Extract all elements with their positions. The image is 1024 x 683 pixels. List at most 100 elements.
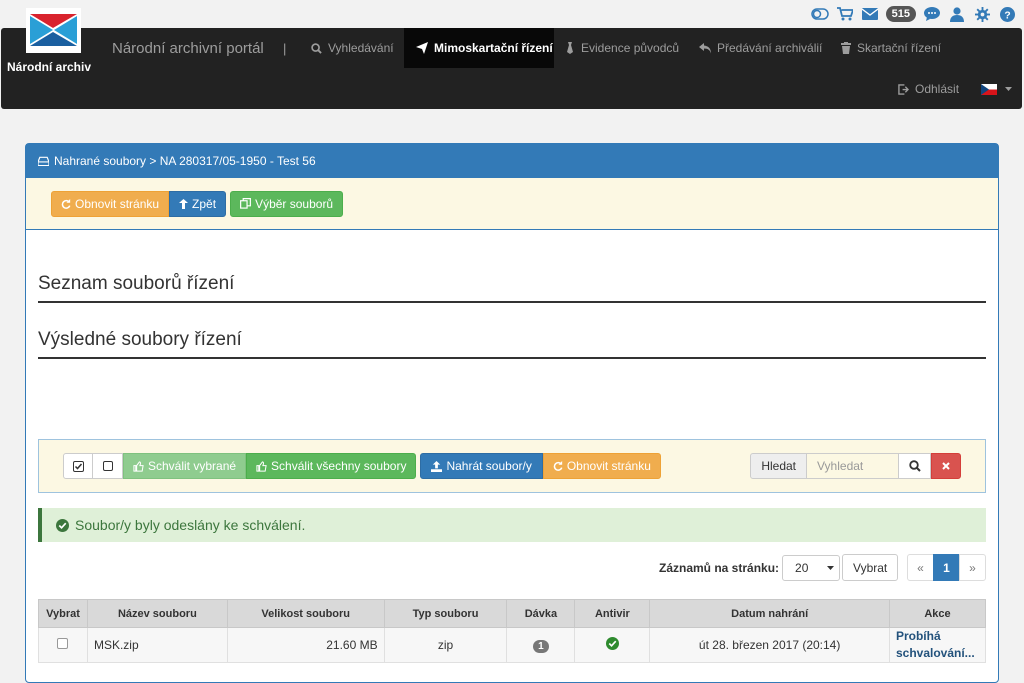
message-count-badge[interactable]: 515 bbox=[885, 6, 916, 22]
column-header[interactable]: Název souboru bbox=[86, 599, 228, 628]
back-label: Zpět bbox=[192, 196, 217, 211]
uncheck-all-button[interactable] bbox=[93, 453, 123, 479]
svg-text:?: ? bbox=[1004, 10, 1010, 21]
chat-icon[interactable] bbox=[923, 5, 941, 23]
select-files-button[interactable]: Výběr souborů bbox=[230, 190, 344, 217]
approve-all-button[interactable]: Schválit všechny soubory bbox=[246, 453, 417, 479]
action-status-link[interactable]: Probíhá schvalování... bbox=[896, 628, 979, 662]
antivirus-cell bbox=[574, 627, 651, 663]
search-group: Hledat Vyhledat bbox=[750, 453, 961, 479]
pagination-page-current[interactable]: 1 bbox=[933, 554, 960, 581]
back-button[interactable]: Zpět bbox=[169, 190, 227, 217]
search-button[interactable] bbox=[899, 453, 931, 479]
section-title-files: Seznam souborů řízení bbox=[38, 273, 986, 303]
nav-item-shredding[interactable]: Skartační řízení bbox=[829, 28, 953, 68]
caret-down-icon bbox=[1005, 87, 1012, 91]
column-header[interactable]: Vybrat bbox=[38, 599, 88, 628]
help-icon[interactable]: ? bbox=[998, 5, 1016, 23]
mail-icon[interactable] bbox=[861, 5, 879, 23]
upload-date-cell: út 28. březen 2017 (20:14) bbox=[649, 627, 890, 663]
pagination-prev[interactable]: « bbox=[907, 554, 934, 581]
toggle-icon[interactable] bbox=[810, 5, 829, 23]
nav-item-label: Vyhledávání bbox=[328, 41, 394, 55]
paper-plane-icon bbox=[416, 42, 428, 54]
upload-icon bbox=[431, 460, 443, 472]
clear-search-button[interactable] bbox=[931, 453, 961, 479]
batch-badge: 1 bbox=[533, 639, 549, 653]
approve-all-label: Schválit všechny soubory bbox=[271, 459, 407, 473]
search-label: Hledat bbox=[750, 453, 807, 479]
per-page-apply-label: Vybrat bbox=[853, 560, 888, 575]
column-header[interactable]: Akce bbox=[888, 599, 987, 628]
nav-item-label: Předávání archiválií bbox=[717, 41, 823, 55]
nav-item-label: Mimoskartační řízení bbox=[434, 41, 553, 55]
per-page-control: Záznamů na stránku: 20 Vybrat bbox=[659, 554, 899, 581]
logo-emblem bbox=[26, 8, 81, 53]
logo-text: Národní archiv bbox=[7, 60, 92, 74]
refresh-icon bbox=[553, 461, 563, 471]
czech-flag-icon bbox=[981, 83, 997, 95]
row-select-cell bbox=[38, 627, 88, 663]
nav-item-nonshredding[interactable]: Mimoskartační řízení bbox=[404, 28, 554, 68]
column-header[interactable]: Datum nahrání bbox=[649, 599, 890, 628]
check-all-button[interactable] bbox=[63, 453, 93, 479]
gear-icon[interactable] bbox=[973, 5, 991, 23]
logout-link[interactable]: Odhlásit bbox=[886, 69, 971, 109]
refresh-icon bbox=[61, 198, 71, 209]
nav-item-label: Evidence původců bbox=[581, 41, 680, 55]
pagination: « 1 » bbox=[907, 554, 986, 581]
language-dropdown[interactable] bbox=[969, 69, 1024, 109]
table-header-row: Vybrat Název souboru Velikost souboru Ty… bbox=[38, 599, 987, 628]
nav-item-label: Skartační řízení bbox=[857, 41, 942, 55]
nav-item-search[interactable]: Vyhledávání bbox=[299, 28, 406, 68]
user-icon[interactable] bbox=[948, 5, 966, 23]
upload-files-label: Nahrát soubor/y bbox=[446, 459, 532, 473]
batch-cell: 1 bbox=[506, 627, 576, 663]
select-files-label: Výběr souborů bbox=[255, 196, 334, 211]
column-header[interactable]: Antivir bbox=[574, 599, 651, 628]
refresh-page-label: Obnovit stránku bbox=[75, 196, 160, 211]
nav-item-originators[interactable]: Evidence původců bbox=[553, 28, 691, 68]
check-circle-icon bbox=[56, 518, 69, 532]
file-size-cell: 21.60 MB bbox=[226, 627, 385, 663]
column-header[interactable]: Dávka bbox=[506, 599, 576, 628]
search-icon bbox=[311, 42, 322, 54]
section-title-result-files: Výsledné soubory řízení bbox=[38, 329, 986, 359]
row-checkbox[interactable] bbox=[57, 638, 69, 649]
action-cell: Probíhá schvalování... bbox=[888, 627, 987, 663]
per-page-value: 20 bbox=[795, 560, 809, 575]
files-table: Vybrat Název souboru Velikost souboru Ty… bbox=[38, 599, 987, 663]
top-utility-bar: 515 ? bbox=[810, 4, 1016, 24]
panel-heading: Nahrané soubory > NA 280317/05-1950 - Te… bbox=[26, 144, 998, 178]
portal-brand[interactable]: Národní archivní portál bbox=[112, 40, 264, 57]
approve-selected-button[interactable]: Schválit vybrané bbox=[123, 453, 247, 479]
hdd-icon bbox=[38, 156, 49, 166]
checked-square-icon bbox=[72, 460, 84, 472]
tie-icon bbox=[567, 42, 573, 54]
refresh-list-label: Obnovit stránku bbox=[566, 459, 651, 473]
reply-icon bbox=[699, 42, 711, 53]
trash-icon bbox=[841, 42, 851, 54]
panel-title: Nahrané soubory > NA 280317/05-1950 - Te… bbox=[54, 154, 316, 168]
success-alert: Soubor/y byly odeslány ke schválení. bbox=[38, 508, 986, 542]
panel-toolbar: Obnovit stránku Zpět Výběr souborů bbox=[26, 178, 998, 230]
per-page-apply-button[interactable]: Vybrat bbox=[842, 554, 899, 581]
per-page-select[interactable]: 20 bbox=[782, 554, 841, 581]
refresh-page-button[interactable]: Obnovit stránku bbox=[51, 190, 170, 217]
search-input[interactable]: Vyhledat bbox=[807, 453, 899, 479]
caret-down-icon bbox=[827, 565, 835, 570]
close-icon bbox=[942, 462, 950, 470]
pagination-next[interactable]: » bbox=[959, 554, 986, 581]
search-icon bbox=[908, 460, 921, 472]
empty-square-icon bbox=[102, 461, 113, 471]
logo[interactable]: Národní archiv bbox=[7, 8, 103, 100]
column-header[interactable]: Typ souboru bbox=[383, 599, 508, 628]
table-row: MSK.zip 21.60 MB zip 1 út 28. březen 201… bbox=[38, 627, 987, 663]
nav-item-transfer[interactable]: Předávání archiválií bbox=[687, 28, 834, 68]
cart-icon[interactable] bbox=[836, 5, 854, 23]
main-navbar: Národní archiv Národní archivní portál |… bbox=[1, 8, 1024, 109]
column-header[interactable]: Velikost souboru bbox=[226, 599, 385, 628]
logout-icon bbox=[898, 83, 909, 95]
refresh-list-button[interactable]: Obnovit stránku bbox=[542, 453, 661, 479]
upload-files-button[interactable]: Nahrát soubor/y bbox=[420, 453, 543, 479]
